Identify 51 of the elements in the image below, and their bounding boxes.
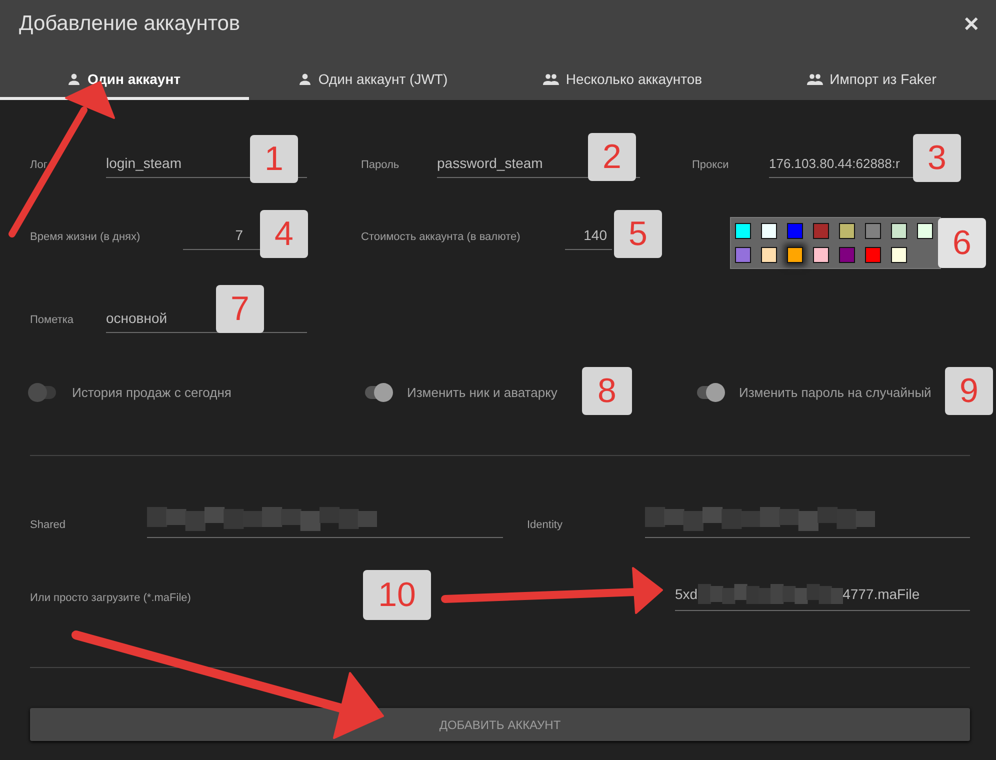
color-swatch[interactable]	[839, 223, 855, 239]
field-label: Identity	[527, 519, 564, 533]
input-field[interactable]: 140	[565, 227, 612, 250]
color-swatch[interactable]	[787, 247, 803, 263]
toggle-switch[interactable]: История продаж с сегодня	[30, 384, 232, 400]
color-swatch[interactable]	[865, 223, 881, 239]
color-swatch[interactable]	[891, 223, 907, 239]
number-label: 1	[250, 135, 298, 183]
number-label: 7	[216, 285, 264, 333]
close-button[interactable]: ✕	[959, 12, 984, 36]
color-swatch[interactable]	[865, 247, 881, 263]
field-label: Стоимость аккаунта (в валюте)	[361, 231, 522, 245]
number-label: 3	[913, 134, 961, 182]
people-icon	[542, 72, 559, 84]
color-swatch[interactable]	[917, 223, 933, 239]
input-field[interactable]	[147, 505, 503, 538]
number-label: 4	[260, 210, 308, 258]
person-icon	[299, 72, 312, 84]
color-swatch[interactable]	[761, 247, 777, 263]
person-icon	[68, 72, 80, 84]
tab[interactable]: Один аккаунт (JWT)	[249, 60, 498, 100]
field-label: Или просто загрузите (*.maFile)	[30, 592, 191, 606]
number-label: 6	[938, 218, 986, 268]
number-label: 9	[945, 367, 993, 415]
tab[interactable]: Несколько аккаунтов	[498, 60, 747, 100]
field-label: Пароль	[361, 159, 400, 173]
tab[interactable]: Импорт из Faker	[747, 60, 996, 100]
field-label: Shared	[30, 519, 66, 533]
toggle-switch[interactable]: Изменить пароль на случайный	[697, 384, 932, 400]
number-label: 10	[363, 570, 431, 620]
file-field[interactable]: 5xd 4777.maFile	[675, 584, 970, 611]
input-field[interactable]	[645, 505, 970, 538]
people-icon	[806, 72, 823, 84]
toggle-switch[interactable]: Изменить ник и аватарку	[365, 384, 558, 400]
color-swatch[interactable]	[761, 223, 777, 239]
number-label: 5	[614, 210, 662, 258]
color-swatch[interactable]	[891, 247, 907, 263]
number-label: 2	[588, 133, 636, 181]
color-swatch[interactable]	[813, 223, 829, 239]
color-swatch[interactable]	[839, 247, 855, 263]
number-label: 8	[582, 367, 632, 415]
field-label: Время жизни (в днях)	[30, 231, 142, 245]
color-swatch[interactable]	[735, 223, 751, 239]
window-title: Добавление аккаунтов	[19, 12, 240, 36]
field-label: Прокси	[692, 159, 730, 173]
color-swatch[interactable]	[813, 247, 829, 263]
add-account-button[interactable]: ДОБАВИТЬ АККАУНТ	[30, 708, 970, 741]
field-label: Пометка	[30, 314, 75, 328]
color-swatch[interactable]	[735, 247, 751, 263]
color-swatch[interactable]	[787, 223, 803, 239]
field-label: Лог	[30, 159, 48, 173]
